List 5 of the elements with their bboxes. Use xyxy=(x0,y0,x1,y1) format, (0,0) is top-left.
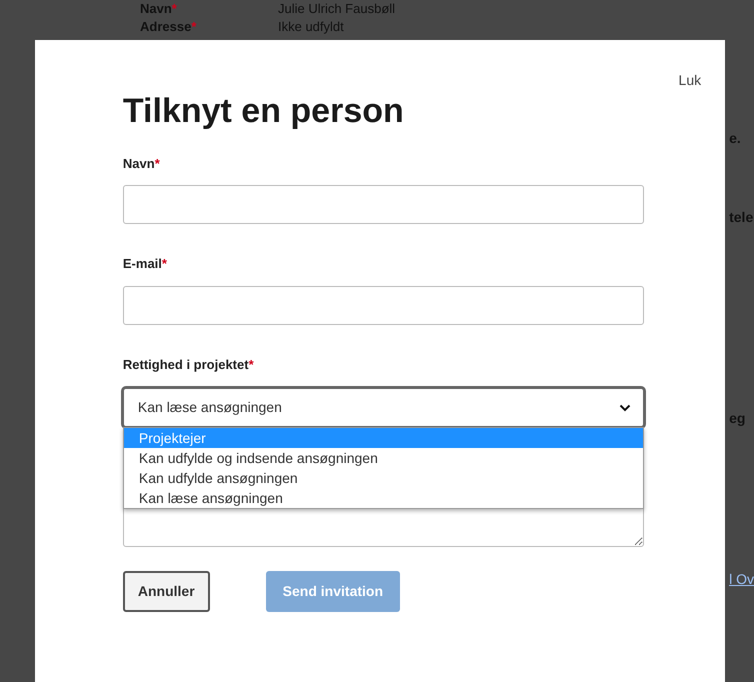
field-label: E-mail* xyxy=(122,255,168,274)
dialog-title: Tilknyt en person xyxy=(122,91,405,132)
field-label: Navn* xyxy=(122,154,161,173)
field-label: Rettighed i projektet* xyxy=(122,356,255,374)
select-value: Kan læse ansøgningen xyxy=(138,398,282,418)
